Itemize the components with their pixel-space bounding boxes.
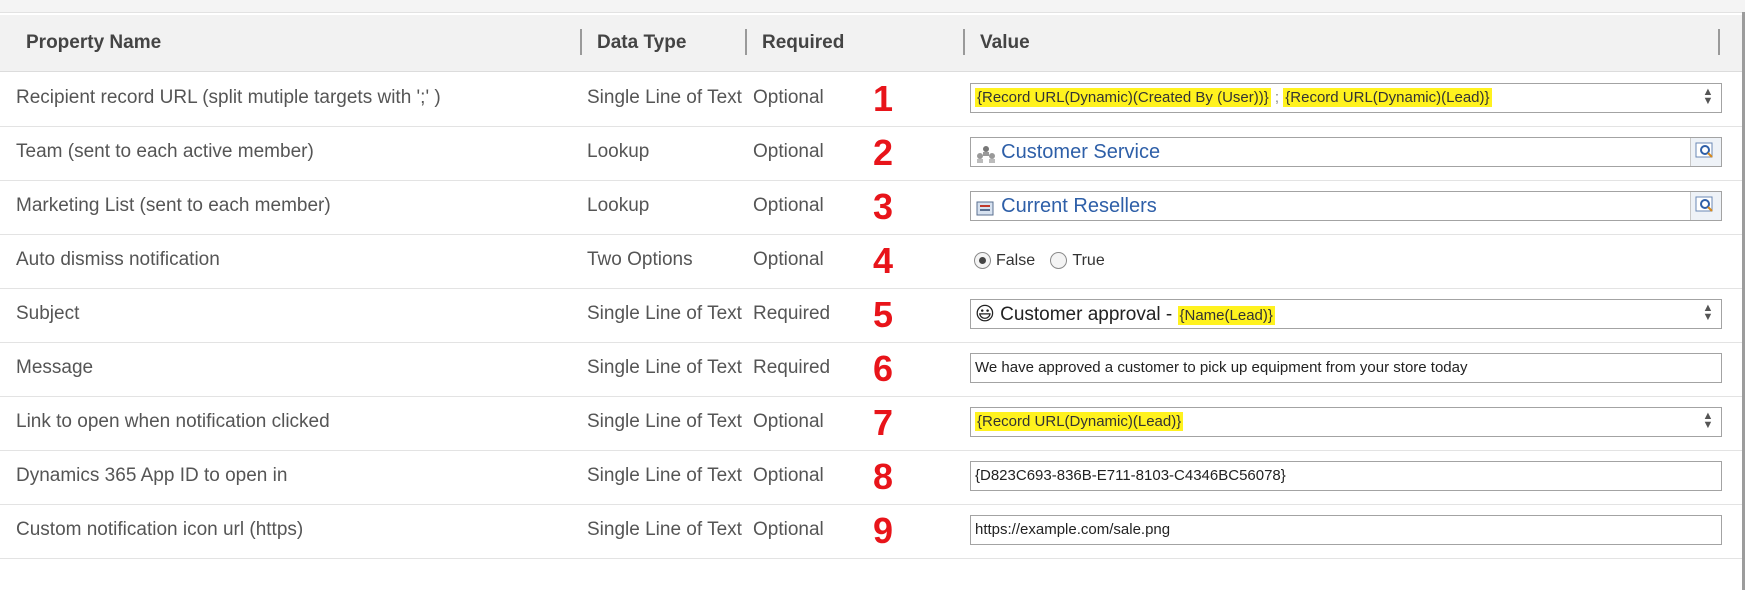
property-name: Custom notification icon url (https) bbox=[16, 519, 304, 540]
property-name: Message bbox=[16, 357, 94, 378]
app-id-text: {D823C693-836B-E711-8103-C4346BC56078} bbox=[975, 467, 1286, 484]
row-number: 2 bbox=[872, 132, 894, 173]
required-level: Optional bbox=[753, 249, 824, 270]
property-row-auto-dismiss: Auto dismiss notification Two Options Op… bbox=[0, 234, 1742, 289]
required-level: Optional bbox=[753, 141, 824, 162]
radio-false-label[interactable]: False bbox=[996, 252, 1035, 269]
team-lookup-link[interactable]: Customer Service bbox=[1001, 141, 1160, 163]
data-type: Two Options bbox=[587, 249, 693, 270]
required-level: Required bbox=[753, 303, 831, 324]
icon-url-input[interactable]: https://example.com/sale.png bbox=[970, 515, 1722, 545]
header-divider[interactable] bbox=[963, 29, 965, 55]
app-id-input[interactable]: {D823C693-836B-E711-8103-C4346BC56078} bbox=[970, 461, 1722, 491]
header-value: Value bbox=[980, 32, 1030, 53]
header-divider[interactable] bbox=[580, 29, 582, 55]
property-name: Link to open when notification clicked bbox=[16, 411, 330, 432]
marketing-list-icon bbox=[976, 201, 994, 216]
property-row-team: Team (sent to each active member) Lookup… bbox=[0, 126, 1742, 181]
radio-true-label[interactable]: True bbox=[1072, 252, 1104, 269]
row-number: 9 bbox=[872, 510, 894, 551]
required-level: Optional bbox=[753, 465, 824, 486]
row-number: 3 bbox=[872, 186, 894, 227]
required-level: Required bbox=[753, 357, 831, 378]
header-divider[interactable] bbox=[745, 29, 747, 55]
required-level: Optional bbox=[753, 519, 824, 540]
data-type: Single Line of Text bbox=[587, 357, 742, 378]
required-level: Optional bbox=[753, 411, 824, 432]
row-number: 6 bbox=[872, 348, 894, 389]
property-row-app-id: Dynamics 365 App ID to open in Single Li… bbox=[0, 450, 1742, 505]
message-text: We have approved a customer to pick up e… bbox=[975, 359, 1468, 376]
row-number: 4 bbox=[872, 240, 894, 281]
data-type: Single Line of Text bbox=[587, 519, 742, 540]
data-type: Single Line of Text bbox=[587, 87, 742, 108]
data-type: Lookup bbox=[587, 141, 650, 162]
data-type: Lookup bbox=[587, 195, 650, 216]
auto-dismiss-options: False True bbox=[974, 250, 1115, 272]
property-row-recipient-url: Recipient record URL (split mutiple targ… bbox=[0, 72, 1742, 127]
dynamic-value-token: {Record URL(Dynamic)(Lead)} bbox=[975, 412, 1184, 431]
row-number: 8 bbox=[872, 456, 894, 497]
message-input[interactable]: We have approved a customer to pick up e… bbox=[970, 353, 1722, 383]
dynamic-value-token: {Name(Lead)} bbox=[1177, 306, 1275, 325]
lookup-search-icon[interactable] bbox=[1690, 138, 1721, 166]
dynamic-value-token: {Record URL(Dynamic)(Created By (User))} bbox=[975, 88, 1271, 107]
property-name: Recipient record URL (split mutiple targ… bbox=[16, 87, 441, 108]
team-lookup-input[interactable]: Customer Service bbox=[970, 137, 1722, 167]
property-row-marketing-list: Marketing List (sent to each member) Loo… bbox=[0, 180, 1742, 235]
required-level: Optional bbox=[753, 87, 824, 108]
property-row-icon-url: Custom notification icon url (https) Sin… bbox=[0, 504, 1742, 559]
link-input[interactable]: {Record URL(Dynamic)(Lead)} ▲ ▼ bbox=[970, 407, 1722, 437]
property-name: Subject bbox=[16, 303, 80, 324]
required-level: Optional bbox=[753, 195, 824, 216]
property-name: Marketing List (sent to each member) bbox=[16, 195, 331, 216]
property-row-message: Message Single Line of Text Required 6 W… bbox=[0, 342, 1742, 397]
dynamic-value-token: {Record URL(Dynamic)(Lead)} bbox=[1283, 88, 1492, 107]
property-name: Team (sent to each active member) bbox=[16, 141, 314, 162]
marketing-list-lookup-input[interactable]: Current Resellers bbox=[970, 191, 1722, 221]
spinner-icon[interactable]: ▲ ▼ bbox=[1695, 84, 1721, 112]
lookup-search-icon[interactable] bbox=[1690, 192, 1721, 220]
data-type: Single Line of Text bbox=[587, 411, 742, 432]
spinner-icon[interactable]: ▲ ▼ bbox=[1695, 300, 1721, 328]
property-row-subject: Subject Single Line of Text Required 5 😃… bbox=[0, 288, 1742, 343]
property-name: Dynamics 365 App ID to open in bbox=[16, 465, 288, 486]
subject-text: Customer approval - bbox=[1000, 304, 1178, 325]
smiley-emoji-icon: 😃 bbox=[975, 304, 995, 325]
spinner-icon[interactable]: ▲ ▼ bbox=[1695, 408, 1721, 436]
property-row-link: Link to open when notification clicked S… bbox=[0, 396, 1742, 451]
data-type: Single Line of Text bbox=[587, 465, 742, 486]
radio-false[interactable] bbox=[974, 252, 991, 270]
property-name: Auto dismiss notification bbox=[16, 249, 220, 270]
header-divider[interactable] bbox=[1718, 29, 1720, 55]
row-number: 5 bbox=[872, 294, 894, 335]
header-property-name: Property Name bbox=[26, 32, 162, 53]
separator: ; bbox=[1274, 89, 1280, 106]
subject-input[interactable]: 😃 Customer approval - {Name(Lead)} ▲ ▼ bbox=[970, 299, 1722, 329]
radio-true[interactable] bbox=[1050, 252, 1068, 270]
row-number: 7 bbox=[872, 402, 894, 443]
row-number: 1 bbox=[872, 78, 894, 119]
grid-header: Property Name Data Type Required Value bbox=[0, 15, 1742, 72]
team-icon bbox=[977, 146, 995, 164]
header-required: Required bbox=[762, 32, 845, 53]
marketing-list-lookup-link[interactable]: Current Resellers bbox=[1001, 195, 1157, 217]
header-data-type: Data Type bbox=[597, 32, 687, 53]
icon-url-text: https://example.com/sale.png bbox=[975, 521, 1171, 538]
recipient-url-input[interactable]: {Record URL(Dynamic)(Created By (User))}… bbox=[970, 83, 1722, 113]
data-type: Single Line of Text bbox=[587, 303, 742, 324]
